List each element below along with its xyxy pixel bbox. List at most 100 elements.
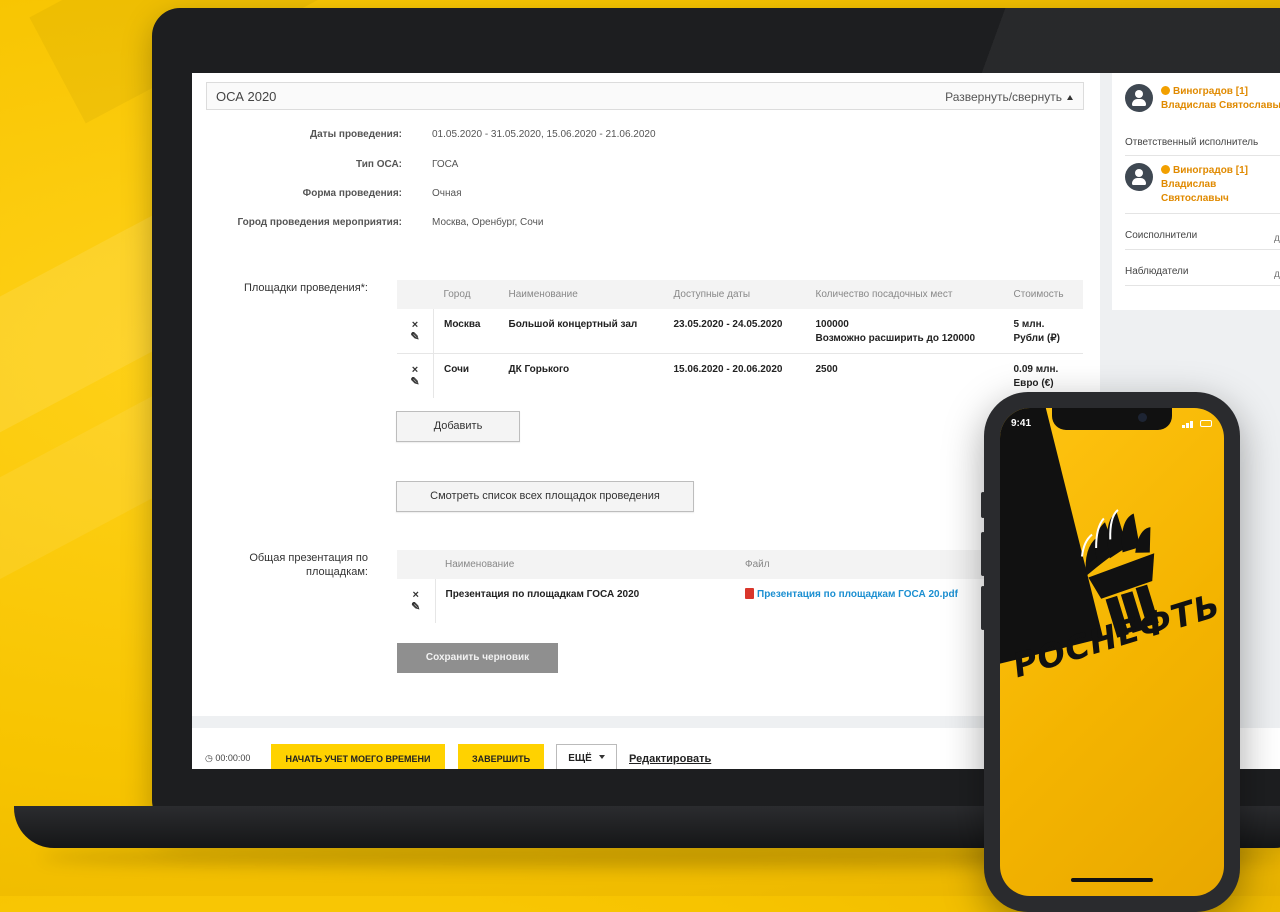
table-header: Наименование [498,280,664,309]
row-actions: × ✎ [397,579,436,623]
cost-currency: Евро (€) [1013,378,1054,389]
chevron-down-icon [598,755,605,759]
signal-icon [1186,423,1189,428]
divider [1125,213,1280,214]
table-header-row: Город Наименование Доступные даты Количе… [397,280,1083,309]
person-name: Виноградов [1] [1173,165,1248,176]
row-actions: × ✎ [397,353,434,398]
person-name-line3: Святославыч [1161,193,1229,204]
cell-dates: 15.06.2020 - 20.06.2020 [673,364,783,375]
venues-label: Площадки проведения*: [243,282,368,294]
row-actions: × ✎ [397,309,434,354]
save-draft-button[interactable]: Сохранить черновик [397,643,558,673]
timer: ◷ 00:00:00 [205,753,251,763]
edit-link[interactable]: Редактировать [629,753,711,765]
divider [1125,249,1280,250]
person-name-line2: Владислав Святославыч [1161,100,1280,111]
coexecutors-add-link[interactable]: д [1274,233,1280,244]
coin-icon [1161,165,1170,174]
edit-icon[interactable]: ✎ [403,376,427,388]
presentation-table: Наименование Файл × ✎ Презентация по пло… [397,550,997,623]
delete-icon[interactable]: × [403,319,427,331]
avatar[interactable] [1125,163,1153,191]
caret-up-icon [1067,95,1073,100]
cell-dates: 23.05.2020 - 24.05.2020 [663,309,806,354]
detail-value-form: Очная [432,188,462,199]
toggle-label: Развернуть/свернуть [945,90,1062,104]
detail-label-dates: Даты проведения: [310,129,402,140]
phone-notch [1052,408,1172,430]
phone-side-button [981,492,985,518]
responsible-label: Ответственный исполнитель [1125,137,1259,148]
main-content: ОСА 2020 Развернуть/свернуть Даты провед… [192,73,1100,769]
cell-name: Большой концертный зал [498,309,664,354]
seats-value: 100000 [815,319,849,330]
panel-title: ОСА 2020 [216,89,277,104]
edit-icon[interactable]: ✎ [403,601,429,613]
cell-file: Презентация по площадкам ГОСА 20.pdf [735,579,997,623]
table-header: Стоимость [1003,280,1083,309]
home-indicator [1071,878,1153,882]
detail-label-form: Форма проведения: [302,188,402,199]
presentation-label: Общая презентация по площадкам: [249,552,368,578]
person-name-line2: Владислав [1161,179,1217,190]
camera-icon [1138,413,1147,422]
person-name: Виноградов [1] [1173,86,1248,97]
signal-icon [1182,425,1185,428]
phone-screen: 9:41 РОСНЕФТЬ [1000,408,1224,896]
table-row: × ✎ Москва Большой концертный зал 23.05.… [397,309,1083,354]
seats-note: Возможно расширить до 120000 [815,333,976,344]
detail-label-city: Город проведения мероприятия: [237,217,402,228]
venues-table: Город Наименование Доступные даты Количе… [397,280,1083,398]
status-icons [1182,420,1212,428]
expand-collapse-toggle[interactable]: Развернуть/свернуть [945,90,1073,104]
table-header-row: Наименование Файл [397,550,997,579]
delete-icon[interactable]: × [403,364,427,376]
cell-cost: 5 млн. Рубли (₽) [1003,309,1083,354]
signal-icon [1190,421,1193,428]
table-header: Наименование [435,550,735,579]
observers-label: Наблюдатели [1125,266,1189,277]
phone-side-button [981,532,985,576]
person-link[interactable]: Виноградов [1] Владислав Святославыч [1161,164,1248,206]
more-dropdown[interactable]: ЕЩЁ [556,744,617,769]
cell-city: Москва [433,309,499,354]
cell-presentation-name: Презентация по площадкам ГОСА 2020 [445,589,640,600]
edit-icon[interactable]: ✎ [403,331,427,343]
table-header: Город [433,280,499,309]
phone-time: 9:41 [1011,418,1032,429]
phone: 9:41 РОСНЕФТЬ [981,392,1240,912]
delete-icon[interactable]: × [403,589,429,601]
detail-label-type: Тип ОСА: [356,159,402,170]
finish-button[interactable]: ЗАВЕРШИТЬ [458,744,544,769]
table-header-actions [397,550,435,579]
more-label: ЕЩЁ [568,753,592,764]
table-header: Доступные даты [663,280,806,309]
cost-currency: Рубли (₽) [1013,333,1060,344]
table-header: Файл [735,550,997,579]
table-header: Количество посадочных мест [805,280,1004,309]
coin-icon [1161,86,1170,95]
timer-value: 00:00:00 [215,753,251,763]
add-venue-button[interactable]: Добавить [396,411,520,442]
cell-seats: 100000 Возможно расширить до 120000 [805,309,1004,354]
cost-value: 5 млн. [1013,319,1045,330]
battery-icon [1200,420,1212,427]
table-header-actions [397,280,434,309]
avatar[interactable] [1125,84,1153,112]
detail-value-city: Москва, Оренбург, Сочи [432,217,544,228]
divider [1125,285,1280,286]
cell-seats: 2500 [815,364,838,375]
panel-header: ОСА 2020 Развернуть/свернуть [206,82,1084,110]
phone-side-button [981,586,985,630]
pdf-icon [745,588,754,599]
file-link[interactable]: Презентация по площадкам ГОСА 20.pdf [757,589,958,600]
cost-value: 0.09 млн. [1013,364,1059,375]
person-link[interactable]: Виноградов [1] Владислав Святославыч [1161,85,1280,113]
view-all-venues-button[interactable]: Смотреть список всех площадок проведения [396,481,694,512]
observers-add-link[interactable]: д [1274,269,1280,280]
start-time-tracking-button[interactable]: НАЧАТЬ УЧЕТ МОЕГО ВРЕМЕНИ [271,744,445,769]
table-row: × ✎ Презентация по площадкам ГОСА 2020 П… [397,579,997,623]
detail-value-dates: 01.05.2020 - 31.05.2020, 15.06.2020 - 21… [432,129,656,140]
detail-value-type: ГОСА [432,159,459,170]
